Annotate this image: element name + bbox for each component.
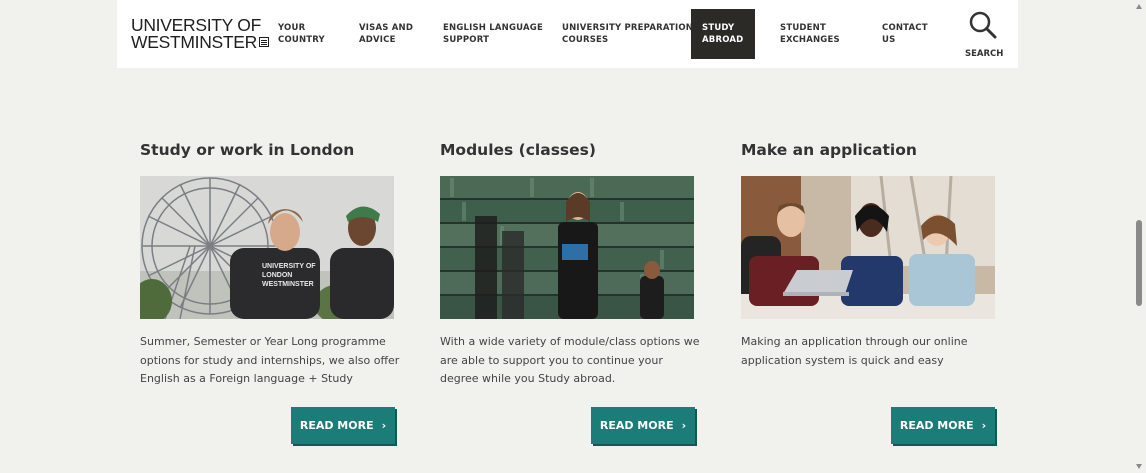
nav-label: ABROAD: [702, 35, 744, 45]
nav-your-country[interactable]: YOUR COUNTRY: [278, 22, 325, 46]
card-title[interactable]: Modules (classes): [440, 141, 596, 159]
nav-visas-and-advice[interactable]: VISAS AND ADVICE: [359, 22, 413, 46]
crest-icon: [259, 37, 270, 47]
search-button[interactable]: SEARCH: [965, 10, 1004, 59]
students-laptop-photo[interactable]: [741, 176, 995, 319]
nav-study-abroad[interactable]: STUDY ABROAD: [691, 9, 756, 59]
scroll-down-icon[interactable]: [1136, 464, 1142, 469]
nav-label: ENGLISH LANGUAGE: [443, 23, 543, 33]
read-more-label: READ MORE: [299, 419, 374, 432]
scroll-up-icon[interactable]: [1136, 4, 1142, 9]
search-label: SEARCH: [965, 49, 1004, 59]
read-more-button[interactable]: READ MORE ›: [291, 407, 395, 444]
shirt-text-line3: WESTMINSTER: [262, 281, 314, 288]
logo-line2: WESTMINSTER: [131, 32, 258, 52]
shirt-text-line2: LONDON: [262, 272, 292, 279]
nav-english-language-support[interactable]: ENGLISH LANGUAGE SUPPORT: [443, 22, 543, 46]
nav-label: YOUR: [278, 23, 306, 33]
card-title[interactable]: Make an application: [741, 141, 917, 159]
nav-label: CONTACT: [882, 23, 928, 33]
shirt-text-line1: UNIVERSITY OF: [262, 263, 316, 270]
page-scrollbar[interactable]: [1133, 0, 1146, 473]
nav-contact-us[interactable]: CONTACT US: [882, 22, 928, 46]
library-students-photo[interactable]: [440, 176, 694, 319]
nav-label: VISAS AND: [359, 23, 414, 33]
nav-label: STUDENT: [780, 23, 826, 33]
nav-label: ADVICE: [359, 35, 396, 45]
nav-label: SUPPORT: [443, 35, 490, 45]
search-icon: [969, 11, 997, 39]
chevron-right-icon: ›: [381, 419, 387, 432]
nav-label: UNIVERSITY PREPARATION: [562, 23, 694, 33]
university-logo[interactable]: UNIVERSITY OF WESTMINSTER: [131, 16, 270, 52]
site-header: UNIVERSITY OF WESTMINSTER YOUR COUNTRY V…: [117, 0, 1018, 68]
read-more-button[interactable]: READ MORE ›: [891, 407, 995, 444]
nav-label: STUDY: [702, 23, 735, 33]
nav-student-exchanges[interactable]: STUDENT EXCHANGES: [780, 22, 840, 46]
read-more-label: READ MORE: [599, 419, 674, 432]
students-london-eye-photo[interactable]: UNIVERSITY OF LONDON WESTMINSTER: [140, 176, 394, 319]
read-more-label: READ MORE: [899, 419, 974, 432]
card-description: Making an application through our online…: [741, 335, 968, 367]
scrollbar-thumb[interactable]: [1136, 220, 1142, 306]
card-title[interactable]: Study or work in London: [140, 141, 354, 159]
card-description: With a wide variety of module/class opti…: [440, 335, 700, 385]
chevron-right-icon: ›: [681, 419, 687, 432]
read-more-button[interactable]: READ MORE ›: [591, 407, 695, 444]
nav-university-preparation-courses[interactable]: UNIVERSITY PREPARATION COURSES: [562, 22, 693, 46]
nav-label: COUNTRY: [278, 35, 325, 45]
nav-label: US: [882, 35, 896, 45]
nav-label: EXCHANGES: [780, 35, 840, 45]
card-description: Summer, Semester or Year Long programme …: [140, 335, 400, 385]
chevron-right-icon: ›: [981, 419, 987, 432]
nav-label: COURSES: [562, 35, 609, 45]
